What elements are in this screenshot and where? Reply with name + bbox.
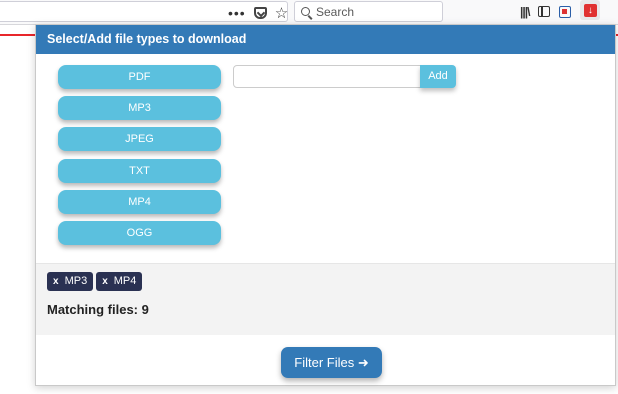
page-actions-menu-icon[interactable]: ••• [228, 6, 246, 20]
search-input[interactable] [316, 3, 426, 20]
selected-types-panel: x MP3 x MP4 Matching files: 9 [36, 263, 615, 336]
remove-tag-icon[interactable]: x [102, 272, 108, 291]
library-icon[interactable]: |||\ [520, 5, 530, 19]
sidebar-toggle-icon[interactable] [538, 6, 551, 17]
selected-tags: x MP3 x MP4 [47, 272, 143, 291]
search-icon [301, 7, 310, 16]
add-file-type-button[interactable]: Add [420, 65, 456, 88]
custom-file-type-input[interactable] [233, 65, 421, 88]
file-type-button-jpeg[interactable]: JPEG [58, 127, 221, 151]
selected-tag-mp4[interactable]: x MP4 [96, 272, 143, 291]
popup-title: Select/Add file types to download [36, 25, 615, 54]
extension-icon[interactable] [559, 5, 572, 18]
bookmark-star-icon[interactable]: ☆ [275, 6, 288, 21]
file-type-button-mp3[interactable]: MP3 [58, 96, 221, 120]
toolbar-icons: |||\ ↓ [520, 0, 601, 20]
file-type-button-pdf[interactable]: PDF [58, 65, 221, 89]
matching-files-count: 9 [141, 302, 149, 317]
url-bar-actions: ••• ☆ [228, 5, 288, 21]
filter-files-button[interactable]: Filter Files ➜ [281, 347, 382, 378]
browser-toolbar: ••• ☆ |||\ ↓ [0, 0, 618, 25]
remove-tag-icon[interactable]: x [53, 272, 59, 291]
extension-popup: Select/Add file types to download PDF MP… [35, 24, 616, 386]
pocket-icon[interactable] [253, 7, 267, 19]
file-downloader-extension-button[interactable]: ↓ [580, 0, 601, 20]
tag-label: MP3 [64, 275, 88, 287]
file-type-button-txt[interactable]: TXT [58, 159, 221, 183]
selected-tag-mp3[interactable]: x MP3 [47, 272, 94, 291]
tag-label: MP4 [113, 275, 137, 287]
matching-files-status: Matching files: 9 [47, 302, 149, 317]
matching-files-label: Matching files: [47, 302, 139, 317]
popup-footer: Filter Files ➜ [36, 335, 615, 385]
file-types-panel: PDF MP3 JPEG TXT MP4 OGG Add [36, 54, 615, 263]
download-extension-icon: ↓ [583, 3, 597, 17]
page-accent-line [0, 34, 36, 36]
url-bar[interactable]: ••• ☆ [0, 1, 288, 22]
file-type-button-mp4[interactable]: MP4 [58, 190, 221, 214]
file-type-button-ogg[interactable]: OGG [58, 221, 221, 245]
search-bar[interactable] [294, 1, 443, 22]
